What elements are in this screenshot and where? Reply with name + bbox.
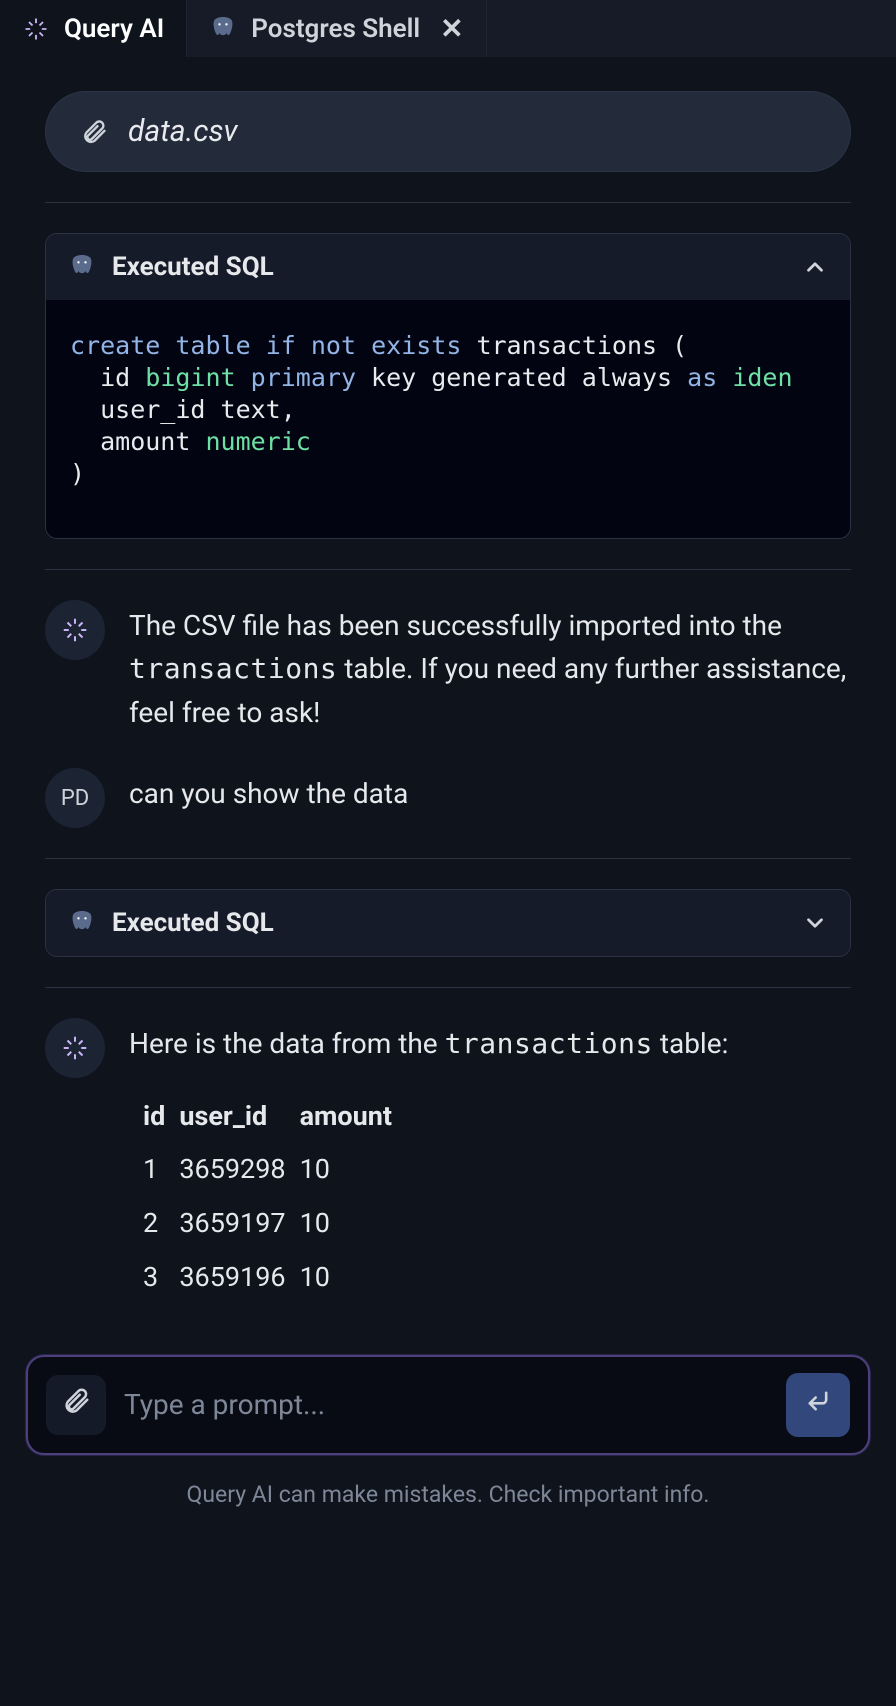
postgres-icon — [209, 15, 237, 43]
user-message: PD can you show the data — [45, 768, 851, 828]
ai-message: The CSV file has been successfully impor… — [45, 600, 851, 734]
enter-icon — [804, 1387, 832, 1422]
table-cell: 10 — [300, 1203, 392, 1245]
tab-bar: Query AI Postgres Shell ✕ — [0, 0, 896, 57]
table-header: amount — [300, 1096, 392, 1138]
tab-postgres-shell[interactable]: Postgres Shell ✕ — [187, 0, 486, 57]
executed-sql-header[interactable]: Executed SQL — [46, 890, 850, 956]
user-message-text: can you show the data — [129, 768, 851, 815]
sparkle-icon — [22, 15, 50, 43]
ai-message-text: The CSV file has been successfully impor… — [129, 600, 851, 734]
ai-avatar — [45, 1018, 105, 1078]
table-cell: 10 — [300, 1257, 392, 1299]
send-button[interactable] — [786, 1373, 850, 1437]
ai-message-text: Here is the data from the transactions t… — [129, 1018, 851, 1311]
executed-sql-label: Executed SQL — [112, 252, 274, 282]
attachment-filename: data.csv — [128, 114, 238, 149]
sparkle-icon — [60, 1033, 90, 1063]
table-row: 3 3659196 10 — [143, 1257, 392, 1299]
ai-message: Here is the data from the transactions t… — [45, 1018, 851, 1311]
table-cell: 1 — [143, 1149, 165, 1191]
postgres-icon — [68, 253, 96, 281]
sql-code-block: create table if not exists transactions … — [46, 300, 850, 538]
executed-sql-card: Executed SQL — [45, 889, 851, 957]
executed-sql-header[interactable]: Executed SQL — [46, 234, 850, 300]
table-header: user_id — [179, 1096, 285, 1138]
prompt-input[interactable]: Type a prompt... — [124, 1388, 768, 1421]
result-table: id user_id amount 1 3659298 10 2 3659197 10 3 3659… — [129, 1084, 406, 1311]
attachment-pill[interactable]: data.csv — [45, 91, 851, 172]
table-cell: 3659298 — [179, 1149, 285, 1191]
divider — [45, 569, 851, 570]
divider — [45, 987, 851, 988]
paperclip-icon — [80, 118, 108, 146]
table-row: 1 3659298 10 — [143, 1149, 392, 1191]
table-cell: 10 — [300, 1149, 392, 1191]
attach-button[interactable] — [46, 1375, 106, 1435]
user-avatar: PD — [45, 768, 105, 828]
ai-avatar — [45, 600, 105, 660]
tab-label: Query AI — [64, 14, 164, 44]
paperclip-icon — [61, 1386, 91, 1423]
prompt-input-bar: Type a prompt... — [26, 1355, 870, 1455]
tab-label: Postgres Shell — [251, 14, 420, 44]
chevron-up-icon — [802, 254, 828, 280]
user-initials: PD — [61, 786, 89, 811]
close-icon[interactable]: ✕ — [440, 15, 463, 43]
divider — [45, 202, 851, 203]
executed-sql-card: Executed SQL create table if not exists … — [45, 233, 851, 539]
disclaimer-text: Query AI can make mistakes. Check import… — [0, 1481, 896, 1508]
table-cell: 2 — [143, 1203, 165, 1245]
divider — [45, 858, 851, 859]
table-header: id — [143, 1096, 165, 1138]
tab-query-ai[interactable]: Query AI — [0, 0, 187, 57]
table-cell: 3659196 — [179, 1257, 285, 1299]
table-row: 2 3659197 10 — [143, 1203, 392, 1245]
table-cell: 3659197 — [179, 1203, 285, 1245]
executed-sql-label: Executed SQL — [112, 908, 274, 938]
postgres-icon — [68, 909, 96, 937]
chevron-down-icon — [802, 910, 828, 936]
sparkle-icon — [60, 615, 90, 645]
table-cell: 3 — [143, 1257, 165, 1299]
